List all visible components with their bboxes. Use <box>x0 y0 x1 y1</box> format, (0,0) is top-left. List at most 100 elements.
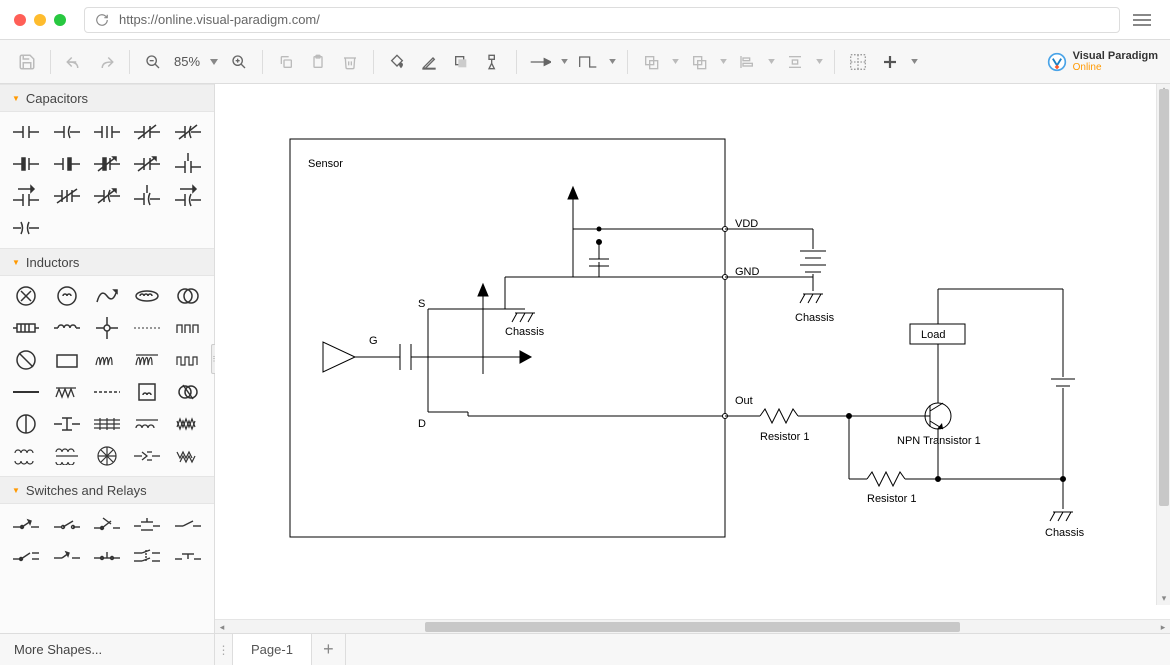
inductor-shape[interactable] <box>89 282 125 310</box>
inductor-shape[interactable] <box>129 442 165 470</box>
minimize-window-icon[interactable] <box>34 14 46 26</box>
switch-shape[interactable] <box>89 510 125 538</box>
inductor-shape[interactable] <box>8 282 44 310</box>
fill-color-button[interactable] <box>382 47 412 77</box>
to-front-dropdown[interactable] <box>668 47 682 77</box>
scroll-left-arrow-icon[interactable]: ◂ <box>215 620 229 634</box>
zoom-out-button[interactable] <box>138 47 168 77</box>
inductor-shape[interactable] <box>48 314 84 342</box>
inductor-shape[interactable] <box>48 442 84 470</box>
inductor-shape[interactable] <box>170 378 206 406</box>
inductor-shape[interactable] <box>89 378 125 406</box>
copy-button[interactable] <box>271 47 301 77</box>
to-back-dropdown[interactable] <box>716 47 730 77</box>
shadow-button[interactable] <box>446 47 476 77</box>
format-painter-button[interactable] <box>478 47 508 77</box>
inductor-shape[interactable] <box>8 442 44 470</box>
inductor-shape[interactable] <box>170 346 206 374</box>
paste-button[interactable] <box>303 47 333 77</box>
inductor-shape[interactable] <box>170 442 206 470</box>
switch-shape[interactable] <box>8 542 44 570</box>
inductor-shape[interactable] <box>170 314 206 342</box>
horizontal-scrollbar[interactable]: ◂ ▸ <box>215 619 1170 633</box>
zoom-dropdown[interactable] <box>206 47 222 77</box>
connector-type-button[interactable] <box>525 47 555 77</box>
capacitor-shape[interactable] <box>8 150 44 178</box>
distribute-dropdown[interactable] <box>812 47 826 77</box>
vertical-scrollbar[interactable]: ▴ ▾ <box>1156 84 1170 605</box>
distribute-button[interactable] <box>780 47 810 77</box>
inductor-shape[interactable] <box>48 346 84 374</box>
category-header[interactable]: ▼Inductors <box>0 248 214 276</box>
capacitor-shape[interactable] <box>170 182 206 210</box>
browser-menu-button[interactable] <box>1128 6 1156 34</box>
switch-shape[interactable] <box>170 510 206 538</box>
inductor-shape[interactable] <box>48 282 84 310</box>
capacitor-shape[interactable] <box>129 118 165 146</box>
category-header[interactable]: ▼Capacitors <box>0 84 214 112</box>
inductor-shape[interactable] <box>89 442 125 470</box>
scroll-right-arrow-icon[interactable]: ▸ <box>1156 620 1170 634</box>
align-dropdown[interactable] <box>764 47 778 77</box>
add-shape-button[interactable] <box>875 47 905 77</box>
inductor-shape[interactable] <box>89 346 125 374</box>
capacitor-shape[interactable] <box>8 182 44 210</box>
to-front-button[interactable] <box>636 47 666 77</box>
inductor-shape[interactable] <box>129 410 165 438</box>
url-bar[interactable]: https://online.visual-paradigm.com/ <box>84 7 1120 33</box>
inductor-shape[interactable] <box>8 346 44 374</box>
waypoint-dropdown[interactable] <box>605 47 619 77</box>
undo-button[interactable] <box>59 47 89 77</box>
zoom-in-button[interactable] <box>224 47 254 77</box>
output-stage[interactable] <box>725 289 1075 521</box>
inductor-shape[interactable] <box>129 282 165 310</box>
capacitor-shape[interactable] <box>8 214 44 242</box>
scroll-down-arrow-icon[interactable]: ▾ <box>1157 591 1170 605</box>
category-header[interactable]: ▼Switches and Relays <box>0 476 214 504</box>
inductor-shape[interactable] <box>129 314 165 342</box>
switch-shape[interactable] <box>129 510 165 538</box>
zoom-level[interactable]: 85% <box>170 54 204 69</box>
capacitor-shape[interactable] <box>170 118 206 146</box>
close-window-icon[interactable] <box>14 14 26 26</box>
inductor-shape[interactable] <box>8 378 44 406</box>
scroll-thumb[interactable] <box>1159 89 1169 506</box>
capacitor-shape[interactable] <box>129 182 165 210</box>
capacitor-shape[interactable] <box>170 150 206 178</box>
circuit-diagram[interactable]: Sensor G S <box>215 84 1155 619</box>
inductor-shape[interactable] <box>129 346 165 374</box>
capacitor-shape[interactable] <box>48 182 84 210</box>
add-dropdown[interactable] <box>907 47 921 77</box>
canvas-viewport[interactable]: Sensor G S <box>215 84 1170 619</box>
inductor-shape[interactable] <box>89 410 125 438</box>
switch-shape[interactable] <box>129 542 165 570</box>
product-logo[interactable]: Visual Paradigm Online <box>1047 50 1158 73</box>
inductor-shape[interactable] <box>8 314 44 342</box>
inductor-shape[interactable] <box>89 314 125 342</box>
page-tab-1[interactable]: Page-1 <box>233 634 312 665</box>
inductor-shape[interactable] <box>170 282 206 310</box>
inductor-shape[interactable] <box>8 410 44 438</box>
maximize-window-icon[interactable] <box>54 14 66 26</box>
capacitor-shape[interactable] <box>129 150 165 178</box>
switch-shape[interactable] <box>48 510 84 538</box>
capacitor-shape[interactable] <box>48 118 84 146</box>
inductor-shape[interactable] <box>48 410 84 438</box>
line-color-button[interactable] <box>414 47 444 77</box>
sensor-block[interactable] <box>290 139 725 537</box>
switch-shape[interactable] <box>89 542 125 570</box>
capacitor-shape[interactable] <box>89 118 125 146</box>
capacitor-shape[interactable] <box>89 150 125 178</box>
switch-shape[interactable] <box>8 510 44 538</box>
save-button[interactable] <box>12 47 42 77</box>
inductor-shape[interactable] <box>48 378 84 406</box>
to-back-button[interactable] <box>684 47 714 77</box>
inductor-shape[interactable] <box>170 410 206 438</box>
capacitor-shape[interactable] <box>89 182 125 210</box>
add-page-button[interactable]: + <box>312 634 346 665</box>
waypoint-button[interactable] <box>573 47 603 77</box>
redo-button[interactable] <box>91 47 121 77</box>
palette-scroll[interactable]: ▼Capacitors <box>0 84 214 633</box>
connector-dropdown[interactable] <box>557 47 571 77</box>
tab-drag-handle[interactable]: ⋮ <box>215 634 233 665</box>
